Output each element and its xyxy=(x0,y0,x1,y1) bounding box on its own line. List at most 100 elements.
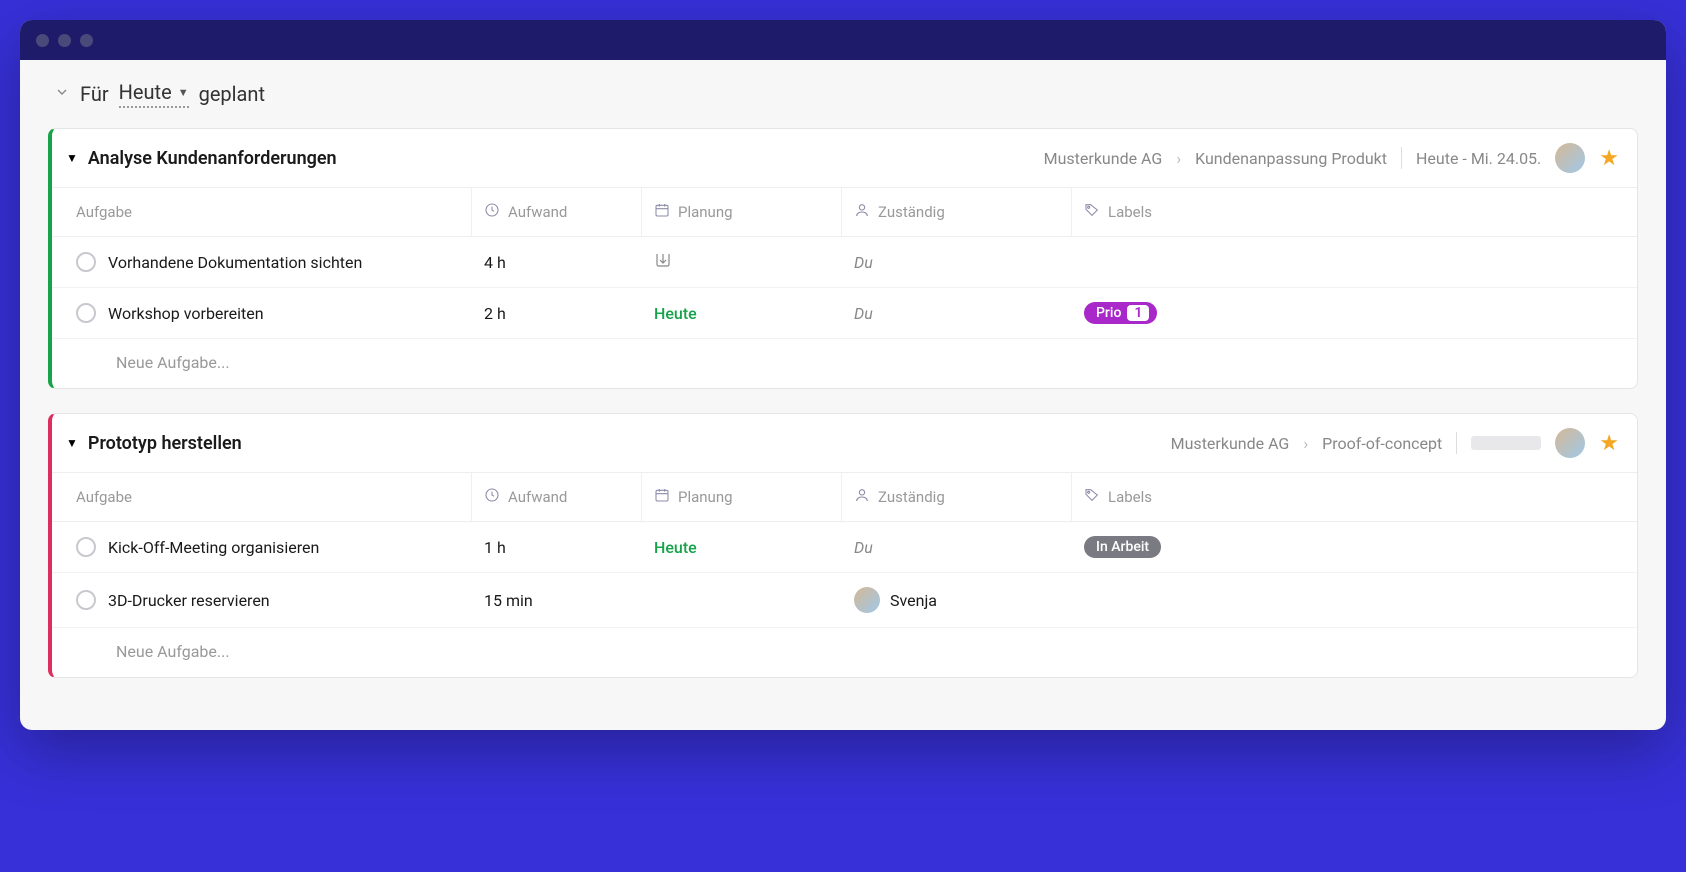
cell-assignee: Svenja xyxy=(842,573,1072,627)
cell-labels xyxy=(1072,573,1637,627)
avatar[interactable] xyxy=(1555,428,1585,458)
column-effort[interactable]: Aufwand xyxy=(472,188,642,236)
task-title: 3D-Drucker reservieren xyxy=(108,591,270,610)
cell-effort: 2 h xyxy=(472,288,642,338)
minimize-window-icon[interactable] xyxy=(58,34,71,47)
assignee-you: Du xyxy=(854,538,873,557)
close-window-icon[interactable] xyxy=(36,34,49,47)
calendar-icon xyxy=(654,487,670,507)
breadcrumb-project[interactable]: Kundenanpassung Produkt xyxy=(1195,149,1387,168)
person-icon xyxy=(854,202,870,222)
column-assignee[interactable]: Zuständig xyxy=(842,188,1072,236)
cell-labels: Prio1 xyxy=(1072,288,1637,338)
column-task[interactable]: Aufgabe xyxy=(52,188,472,236)
cell-task: Workshop vorbereiten xyxy=(52,288,472,338)
column-planning[interactable]: Planung xyxy=(642,473,842,521)
task-checkbox[interactable] xyxy=(76,303,96,323)
column-assignee[interactable]: Zuständig xyxy=(842,473,1072,521)
task-checkbox[interactable] xyxy=(76,590,96,610)
table-row[interactable]: 3D-Drucker reservieren 15 min Svenja xyxy=(52,573,1637,628)
column-effort[interactable]: Aufwand xyxy=(472,473,642,521)
card-header: ▼ Prototyp herstellen Musterkunde AG › P… xyxy=(52,414,1637,472)
star-icon[interactable]: ★ xyxy=(1599,146,1619,171)
cell-planning xyxy=(642,573,842,627)
cell-task: 3D-Drucker reservieren xyxy=(52,573,472,627)
breadcrumb-org[interactable]: Musterkunde AG xyxy=(1171,434,1290,453)
calendar-icon xyxy=(654,202,670,222)
divider xyxy=(1456,432,1457,454)
task-group-card: ▼ Analyse Kundenanforderungen Musterkund… xyxy=(48,128,1638,389)
tag-icon xyxy=(1084,487,1100,507)
cell-task: Vorhandene Dokumentation sichten xyxy=(52,237,472,287)
column-planning[interactable]: Planung xyxy=(642,188,842,236)
tag-icon xyxy=(1084,202,1100,222)
cell-effort: 1 h xyxy=(472,522,642,572)
table-header: Aufgabe Aufwand Planung Zuständig Labels xyxy=(52,187,1637,237)
star-icon[interactable]: ★ xyxy=(1599,431,1619,456)
label-count: 1 xyxy=(1127,305,1149,321)
card-title[interactable]: Prototyp herstellen xyxy=(88,433,242,454)
new-task-input[interactable]: Neue Aufgabe... xyxy=(52,339,1637,388)
filter-date-value: Heute xyxy=(119,80,172,104)
task-title: Vorhandene Dokumentation sichten xyxy=(108,253,362,272)
person-icon xyxy=(854,487,870,507)
task-title: Workshop vorbereiten xyxy=(108,304,264,323)
app-window: Für Heute ▼ geplant ▼ Analyse Kundenanfo… xyxy=(20,20,1666,730)
maximize-window-icon[interactable] xyxy=(80,34,93,47)
card-header: ▼ Analyse Kundenanforderungen Musterkund… xyxy=(52,129,1637,187)
cell-assignee: Du xyxy=(842,522,1072,572)
table-row[interactable]: Workshop vorbereiten 2 h Heute Du Prio1 xyxy=(52,288,1637,339)
table-row[interactable]: Vorhandene Dokumentation sichten 4 h Du xyxy=(52,237,1637,288)
caret-down-icon: ▼ xyxy=(178,86,189,99)
column-labels[interactable]: Labels xyxy=(1072,473,1637,521)
task-checkbox[interactable] xyxy=(76,252,96,272)
avatar xyxy=(854,587,880,613)
filter-prefix: Für xyxy=(80,82,109,106)
cell-effort: 15 min xyxy=(472,573,642,627)
label-pill[interactable]: Prio1 xyxy=(1084,302,1157,324)
cell-labels xyxy=(1072,237,1637,287)
inbox-icon xyxy=(654,251,672,273)
cell-task: Kick-Off-Meeting organisieren xyxy=(52,522,472,572)
window-controls xyxy=(36,34,93,47)
task-group-card: ▼ Prototyp herstellen Musterkunde AG › P… xyxy=(48,413,1638,678)
cell-assignee: Du xyxy=(842,288,1072,338)
assignee-you: Du xyxy=(854,304,873,323)
assignee-name: Svenja xyxy=(890,591,937,610)
date-placeholder xyxy=(1471,436,1541,450)
assignee-you: Du xyxy=(854,253,873,272)
card-title[interactable]: Analyse Kundenanforderungen xyxy=(88,148,337,169)
planning-value: Heute xyxy=(654,304,697,323)
cell-effort: 4 h xyxy=(472,237,642,287)
planning-value: Heute xyxy=(654,538,697,557)
task-checkbox[interactable] xyxy=(76,537,96,557)
avatar[interactable] xyxy=(1555,143,1585,173)
assignee-user[interactable]: Svenja xyxy=(854,587,937,613)
new-task-input[interactable]: Neue Aufgabe... xyxy=(52,628,1637,677)
chevron-down-icon[interactable] xyxy=(54,84,70,104)
column-labels[interactable]: Labels xyxy=(1072,188,1637,236)
clock-icon xyxy=(484,202,500,222)
cell-assignee: Du xyxy=(842,237,1072,287)
filter-date-dropdown[interactable]: Heute ▼ xyxy=(119,80,189,108)
breadcrumb-separator-icon: › xyxy=(1176,149,1181,168)
breadcrumb-org[interactable]: Musterkunde AG xyxy=(1044,149,1163,168)
cell-planning: Heute xyxy=(642,288,842,338)
table-header: Aufgabe Aufwand Planung Zuständig Labels xyxy=(52,472,1637,522)
clock-icon xyxy=(484,487,500,507)
breadcrumb-project[interactable]: Proof-of-concept xyxy=(1322,434,1442,453)
breadcrumb-separator-icon: › xyxy=(1303,434,1308,453)
column-task[interactable]: Aufgabe xyxy=(52,473,472,521)
task-title: Kick-Off-Meeting organisieren xyxy=(108,538,319,557)
content-area: Für Heute ▼ geplant ▼ Analyse Kundenanfo… xyxy=(20,60,1666,730)
card-date: Heute - Mi. 24.05. xyxy=(1416,149,1541,168)
collapse-caret-icon[interactable]: ▼ xyxy=(66,436,78,450)
label-pill[interactable]: In Arbeit xyxy=(1084,536,1161,558)
collapse-caret-icon[interactable]: ▼ xyxy=(66,151,78,165)
table-row[interactable]: Kick-Off-Meeting organisieren 1 h Heute … xyxy=(52,522,1637,573)
cell-planning xyxy=(642,237,842,287)
filter-suffix: geplant xyxy=(199,82,265,106)
cell-labels: In Arbeit xyxy=(1072,522,1637,572)
cell-planning: Heute xyxy=(642,522,842,572)
divider xyxy=(1401,147,1402,169)
